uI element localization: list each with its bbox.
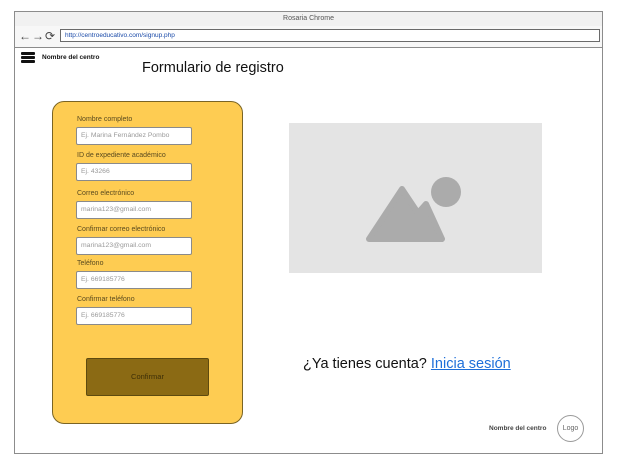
login-link[interactable]: Inicia sesión — [431, 356, 511, 372]
reload-icon[interactable]: ⟳ — [45, 28, 55, 44]
email-input[interactable]: marina123@gmail.com — [76, 201, 192, 219]
image-placeholder — [289, 123, 542, 273]
email-label: Correo electrónico — [77, 190, 135, 197]
window-title: Rosaria Chrome — [15, 12, 602, 27]
browser-toolbar: ← → ⟳ http://centroeducativo.com/signup.… — [15, 26, 602, 48]
back-icon[interactable]: ← — [19, 28, 31, 44]
full-name-label: Nombre completo — [77, 116, 133, 123]
footer-logo: Logo — [557, 415, 584, 442]
confirm-phone-label: Confirmar teléfono — [77, 296, 135, 303]
phone-label: Teléfono — [77, 260, 104, 267]
phone-input[interactable]: Ej. 669185776 — [76, 271, 192, 289]
footer-center-name: Nombre del centro — [489, 425, 547, 432]
full-name-input[interactable]: Ej. Marina Fernández Pombo — [76, 127, 192, 145]
confirm-button[interactable]: Confirmar — [86, 358, 209, 396]
record-id-label: ID de expediente académico — [77, 152, 166, 159]
signup-form: Nombre completo Ej. Marina Fernández Pom… — [52, 101, 243, 424]
confirm-email-input[interactable]: marina123@gmail.com — [76, 237, 192, 255]
account-prompt-text: ¿Ya tienes cuenta? — [303, 356, 431, 372]
browser-window: Rosaria Chrome ← → ⟳ http://centroeducat… — [14, 11, 603, 454]
forward-icon[interactable]: → — [32, 28, 44, 44]
confirm-phone-input[interactable]: Ej. 669185776 — [76, 307, 192, 325]
confirm-email-label: Confirmar correo electrónico — [77, 226, 166, 233]
url-bar[interactable]: http://centroeducativo.com/signup.php — [60, 29, 600, 42]
record-id-input[interactable]: Ej. 43266 — [76, 163, 192, 181]
image-placeholder-icon — [366, 177, 461, 242]
account-prompt: ¿Ya tienes cuenta? Inicia sesión — [303, 356, 511, 372]
page-title: Formulario de registro — [142, 60, 284, 76]
hamburger-menu-icon[interactable] — [21, 52, 35, 63]
center-name: Nombre del centro — [42, 54, 100, 61]
